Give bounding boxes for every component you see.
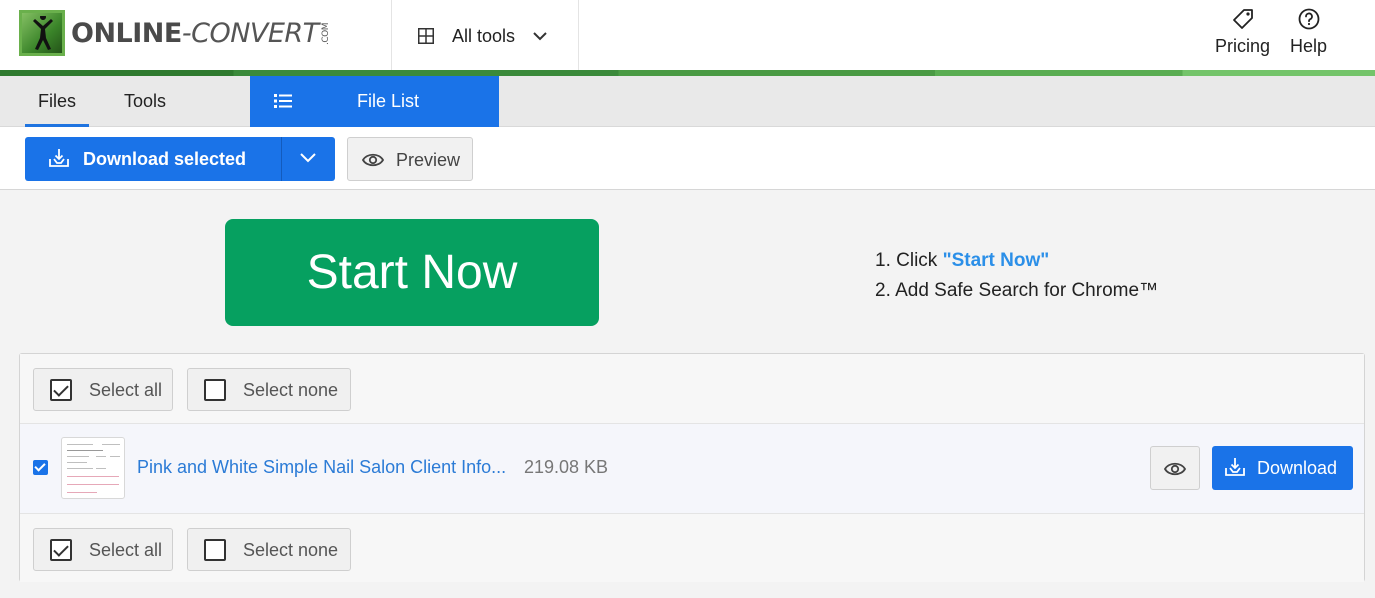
file-list-item: Pink and White Simple Nail Salon Client …: [20, 424, 1364, 513]
page-bottom: [0, 582, 1375, 598]
file-name-link[interactable]: Pink and White Simple Nail Salon Client …: [137, 457, 506, 478]
checkbox-empty-icon: [204, 379, 226, 401]
selection-row-bottom: Select all Select none: [20, 513, 1364, 583]
eye-icon: [1164, 462, 1186, 476]
download-selected-label: Download selected: [83, 149, 247, 169]
ad-step-2: 2. Add Safe Search for Chrome™: [875, 280, 1159, 301]
site-logo[interactable]: ONLINE-CONVERT .COM: [19, 10, 331, 56]
select-none-button[interactable]: Select none: [187, 368, 351, 411]
tab-files[interactable]: Files: [25, 76, 90, 127]
ad-instructions: 1. Click "Start Now" 2. Add Safe Search …: [875, 246, 1158, 306]
split-divider: [281, 137, 282, 181]
tab-file-list-label: File List: [357, 91, 420, 111]
select-none-button[interactable]: Select none: [187, 528, 351, 571]
tab-files-label: Files: [38, 91, 77, 111]
file-toolbar: Download selected Preview: [0, 127, 1375, 190]
file-thumbnail: [61, 437, 125, 499]
checkbox-checked-icon: [50, 379, 72, 401]
select-all-label: Select all: [89, 540, 163, 560]
file-download-button[interactable]: Download: [1212, 446, 1353, 490]
select-none-label: Select none: [243, 540, 339, 560]
list-icon: [274, 94, 292, 108]
site-header: ONLINE-CONVERT .COM All tools Pricing Hel…: [0, 0, 1375, 72]
logo-figure-icon: [19, 10, 65, 56]
ad-step-1-prefix: 1. Click: [875, 250, 943, 271]
file-list-panel: Select all Select none Pink and White Si…: [19, 353, 1365, 583]
chevron-down-icon[interactable]: [299, 151, 317, 165]
file-download-label: Download: [1257, 458, 1338, 478]
header-divider: [578, 0, 579, 72]
file-size: 219.08 KB: [524, 457, 609, 477]
logo-word-vert: VERT: [249, 17, 319, 49]
eye-icon: [362, 153, 384, 167]
logo-wordmark: ONLINE-CONVERT .COM: [71, 18, 331, 49]
ad-step-1-highlight: "Start Now": [942, 250, 1050, 271]
download-selected-button[interactable]: Download selected: [25, 137, 335, 181]
logo-word-online: ONLINE: [71, 17, 182, 49]
tab-bar: Files Tools File List: [0, 76, 1375, 127]
tab-tools[interactable]: Tools: [124, 76, 166, 127]
select-all-label: Select all: [89, 380, 163, 400]
start-now-label: Start Now: [306, 246, 518, 299]
tab-file-list[interactable]: File List: [250, 76, 499, 127]
download-tray-icon: [49, 149, 69, 167]
help-circle-icon: [1298, 8, 1319, 30]
pricing-label: Pricing: [1215, 36, 1271, 56]
all-tools-label: All tools: [452, 25, 516, 46]
chevron-down-icon: [533, 32, 547, 41]
select-all-button[interactable]: Select all: [33, 528, 173, 571]
logo-com: .COM: [320, 23, 331, 45]
tab-tools-label: Tools: [124, 91, 167, 111]
select-none-label: Select none: [243, 380, 339, 400]
price-tag-icon: [1232, 9, 1253, 29]
help-label: Help: [1290, 36, 1328, 56]
all-tools-menu[interactable]: All tools: [392, 0, 578, 72]
grid-icon: [418, 28, 434, 44]
preview-button[interactable]: Preview: [347, 137, 473, 181]
logo-word-con: -CON: [181, 17, 251, 49]
checkbox-checked-icon: [50, 539, 72, 561]
preview-label: Preview: [396, 150, 461, 170]
file-checkbox[interactable]: [33, 460, 48, 475]
file-preview-button[interactable]: [1150, 446, 1200, 490]
help-link[interactable]: Help: [1290, 8, 1327, 57]
select-all-button[interactable]: Select all: [33, 368, 173, 411]
start-now-ad-button[interactable]: Start Now: [225, 219, 599, 326]
checkbox-empty-icon: [204, 539, 226, 561]
download-tray-icon: [1225, 458, 1245, 476]
ad-step-1: 1. Click "Start Now": [875, 246, 1158, 276]
selection-row-top: Select all Select none: [20, 354, 1364, 424]
pricing-link[interactable]: Pricing: [1215, 8, 1270, 57]
